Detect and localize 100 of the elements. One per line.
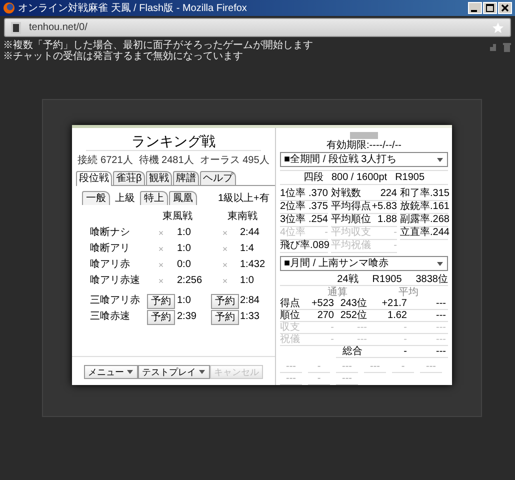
table-cell: +523 (306, 298, 336, 310)
stat-value: .315 (430, 188, 450, 200)
stat-label: 2位率 (280, 201, 306, 213)
waiting-count: 1:432 (240, 258, 266, 272)
unavailable-mark: × (222, 243, 228, 256)
waiting-count: 1:4 (240, 242, 255, 256)
unavailable-mark: × (158, 243, 164, 256)
rank-requirement: 1級以上+有 (218, 192, 270, 205)
tab[interactable]: 牌譜 (172, 171, 199, 185)
maximize-button[interactable] (483, 2, 497, 14)
reserve-button[interactable]: 予約 (147, 294, 175, 308)
stat-label: 平均祝儀 (331, 240, 371, 252)
table-cell: --- (409, 346, 448, 358)
table-cell: --- (336, 334, 369, 346)
table-cell: - (369, 334, 409, 346)
period-dropdown[interactable]: ■月間 / 上南サンマ喰赤 (280, 256, 448, 271)
reserve-button[interactable]: 予約 (147, 310, 175, 324)
stat-label: 立直率 (400, 227, 430, 239)
close-button[interactable] (498, 2, 512, 14)
lobby-title: ランキング戦 (86, 132, 261, 151)
summary-value: 3838位 (416, 274, 448, 285)
url-text: tenhou.net/0/ (29, 22, 88, 33)
unavailable-mark: × (222, 227, 228, 240)
unavailable-mark: × (158, 259, 164, 272)
stat-value: - (392, 227, 397, 239)
stat-label: 和了率 (400, 188, 430, 200)
tab[interactable]: ヘルプ (200, 171, 236, 185)
stat-label: 放銃率 (400, 201, 430, 213)
tab[interactable]: 一般 (82, 191, 110, 205)
tab[interactable]: 雀荘β (113, 171, 145, 185)
notice-text: ※複数「予約」した場合、最初に面子がそろったゲームが開始します (3, 40, 313, 51)
table-cell: 270 (306, 310, 336, 322)
tab[interactable]: 鳳凰 (169, 191, 197, 205)
stat-value: .089 (310, 240, 330, 252)
menu-button[interactable]: メニュー (84, 365, 138, 379)
waiting-count: 2:84 (240, 294, 260, 308)
waiting-count: 2:44 (240, 226, 260, 240)
site-icon (11, 22, 21, 34)
player-count: 接続 6721人 (78, 154, 133, 167)
stat-label: 平均収支 (331, 227, 371, 239)
summary-value: R1905 (372, 274, 402, 285)
waiting-count: 2:256 (177, 274, 204, 288)
row-label: 順位 (280, 310, 306, 322)
rank-info: 800 / 1600pt (331, 172, 388, 183)
table-cell: - (369, 322, 409, 334)
column-header: 東風戦 (162, 210, 194, 224)
reserve-button[interactable]: 予約 (211, 294, 239, 308)
stat-value: .268 (430, 214, 450, 226)
stat-value: .161 (430, 201, 450, 213)
table-cell: --- (409, 298, 448, 310)
column-header: 平均 (398, 287, 420, 298)
caret-icon (198, 369, 206, 375)
table-cell: - (392, 361, 414, 373)
stat-value: .375 (308, 201, 328, 213)
menu-button[interactable]: テストプレイ (138, 365, 210, 379)
tab[interactable]: 特上 (140, 191, 168, 205)
table-cell: +21.7 (369, 298, 409, 310)
tab[interactable]: 段位戦 (76, 171, 112, 186)
row-label: 収支 (280, 322, 306, 334)
table-cell: 1.62 (369, 310, 409, 322)
hidden-name-bar (350, 132, 378, 139)
waiting-count: 0:0 (177, 258, 192, 272)
unavailable-mark: × (222, 259, 228, 272)
table-cell: --- (336, 322, 369, 334)
stat-label: 対戦数 (331, 188, 361, 200)
stat-value: .244 (430, 227, 450, 239)
trash-icon[interactable] (503, 42, 511, 52)
bookmark-star-icon[interactable] (492, 22, 504, 34)
sound-icon[interactable] (489, 42, 499, 52)
stat-label: 3位率 (280, 214, 306, 226)
minimize-button[interactable] (468, 2, 482, 14)
table-cell: - (306, 322, 336, 334)
stat-label: 4位率 (280, 227, 306, 239)
tab[interactable]: 観戦 (146, 171, 172, 185)
stat-label: 副露率 (400, 214, 430, 226)
caret-icon (436, 156, 444, 162)
stat-value: 1.88 (376, 214, 397, 226)
stat-value: - (324, 227, 328, 239)
table-cell: --- (409, 322, 448, 334)
unavailable-mark: × (158, 227, 164, 240)
table-cell: - (308, 361, 330, 373)
unavailable-mark: × (158, 275, 164, 288)
table-cell: 243位 (336, 298, 369, 310)
unavailable-mark: × (222, 275, 228, 288)
table-cell: --- (364, 361, 386, 373)
reserve-button[interactable]: 予約 (211, 310, 239, 324)
player-count: オーラス 495人 (200, 154, 270, 167)
address-bar[interactable]: tenhou.net/0/ (4, 18, 511, 37)
waiting-count: 1:0 (177, 242, 192, 256)
rank-info: R1905 (395, 172, 425, 183)
waiting-count: 1:0 (177, 294, 192, 308)
game-type-label: 喰断ナシ (90, 226, 131, 240)
table-cell: - (369, 346, 409, 358)
stat-label: 飛び率 (280, 240, 310, 252)
mode-dropdown[interactable]: ■全期間 / 段位戦 3人打ち (280, 152, 448, 167)
expiry-text: 有効期限:----/--/-- (326, 140, 402, 151)
waiting-count: 2:39 (177, 310, 198, 324)
caret-icon (436, 260, 444, 266)
stat-value: +5.83 (371, 201, 397, 213)
table-cell: --- (409, 310, 448, 322)
